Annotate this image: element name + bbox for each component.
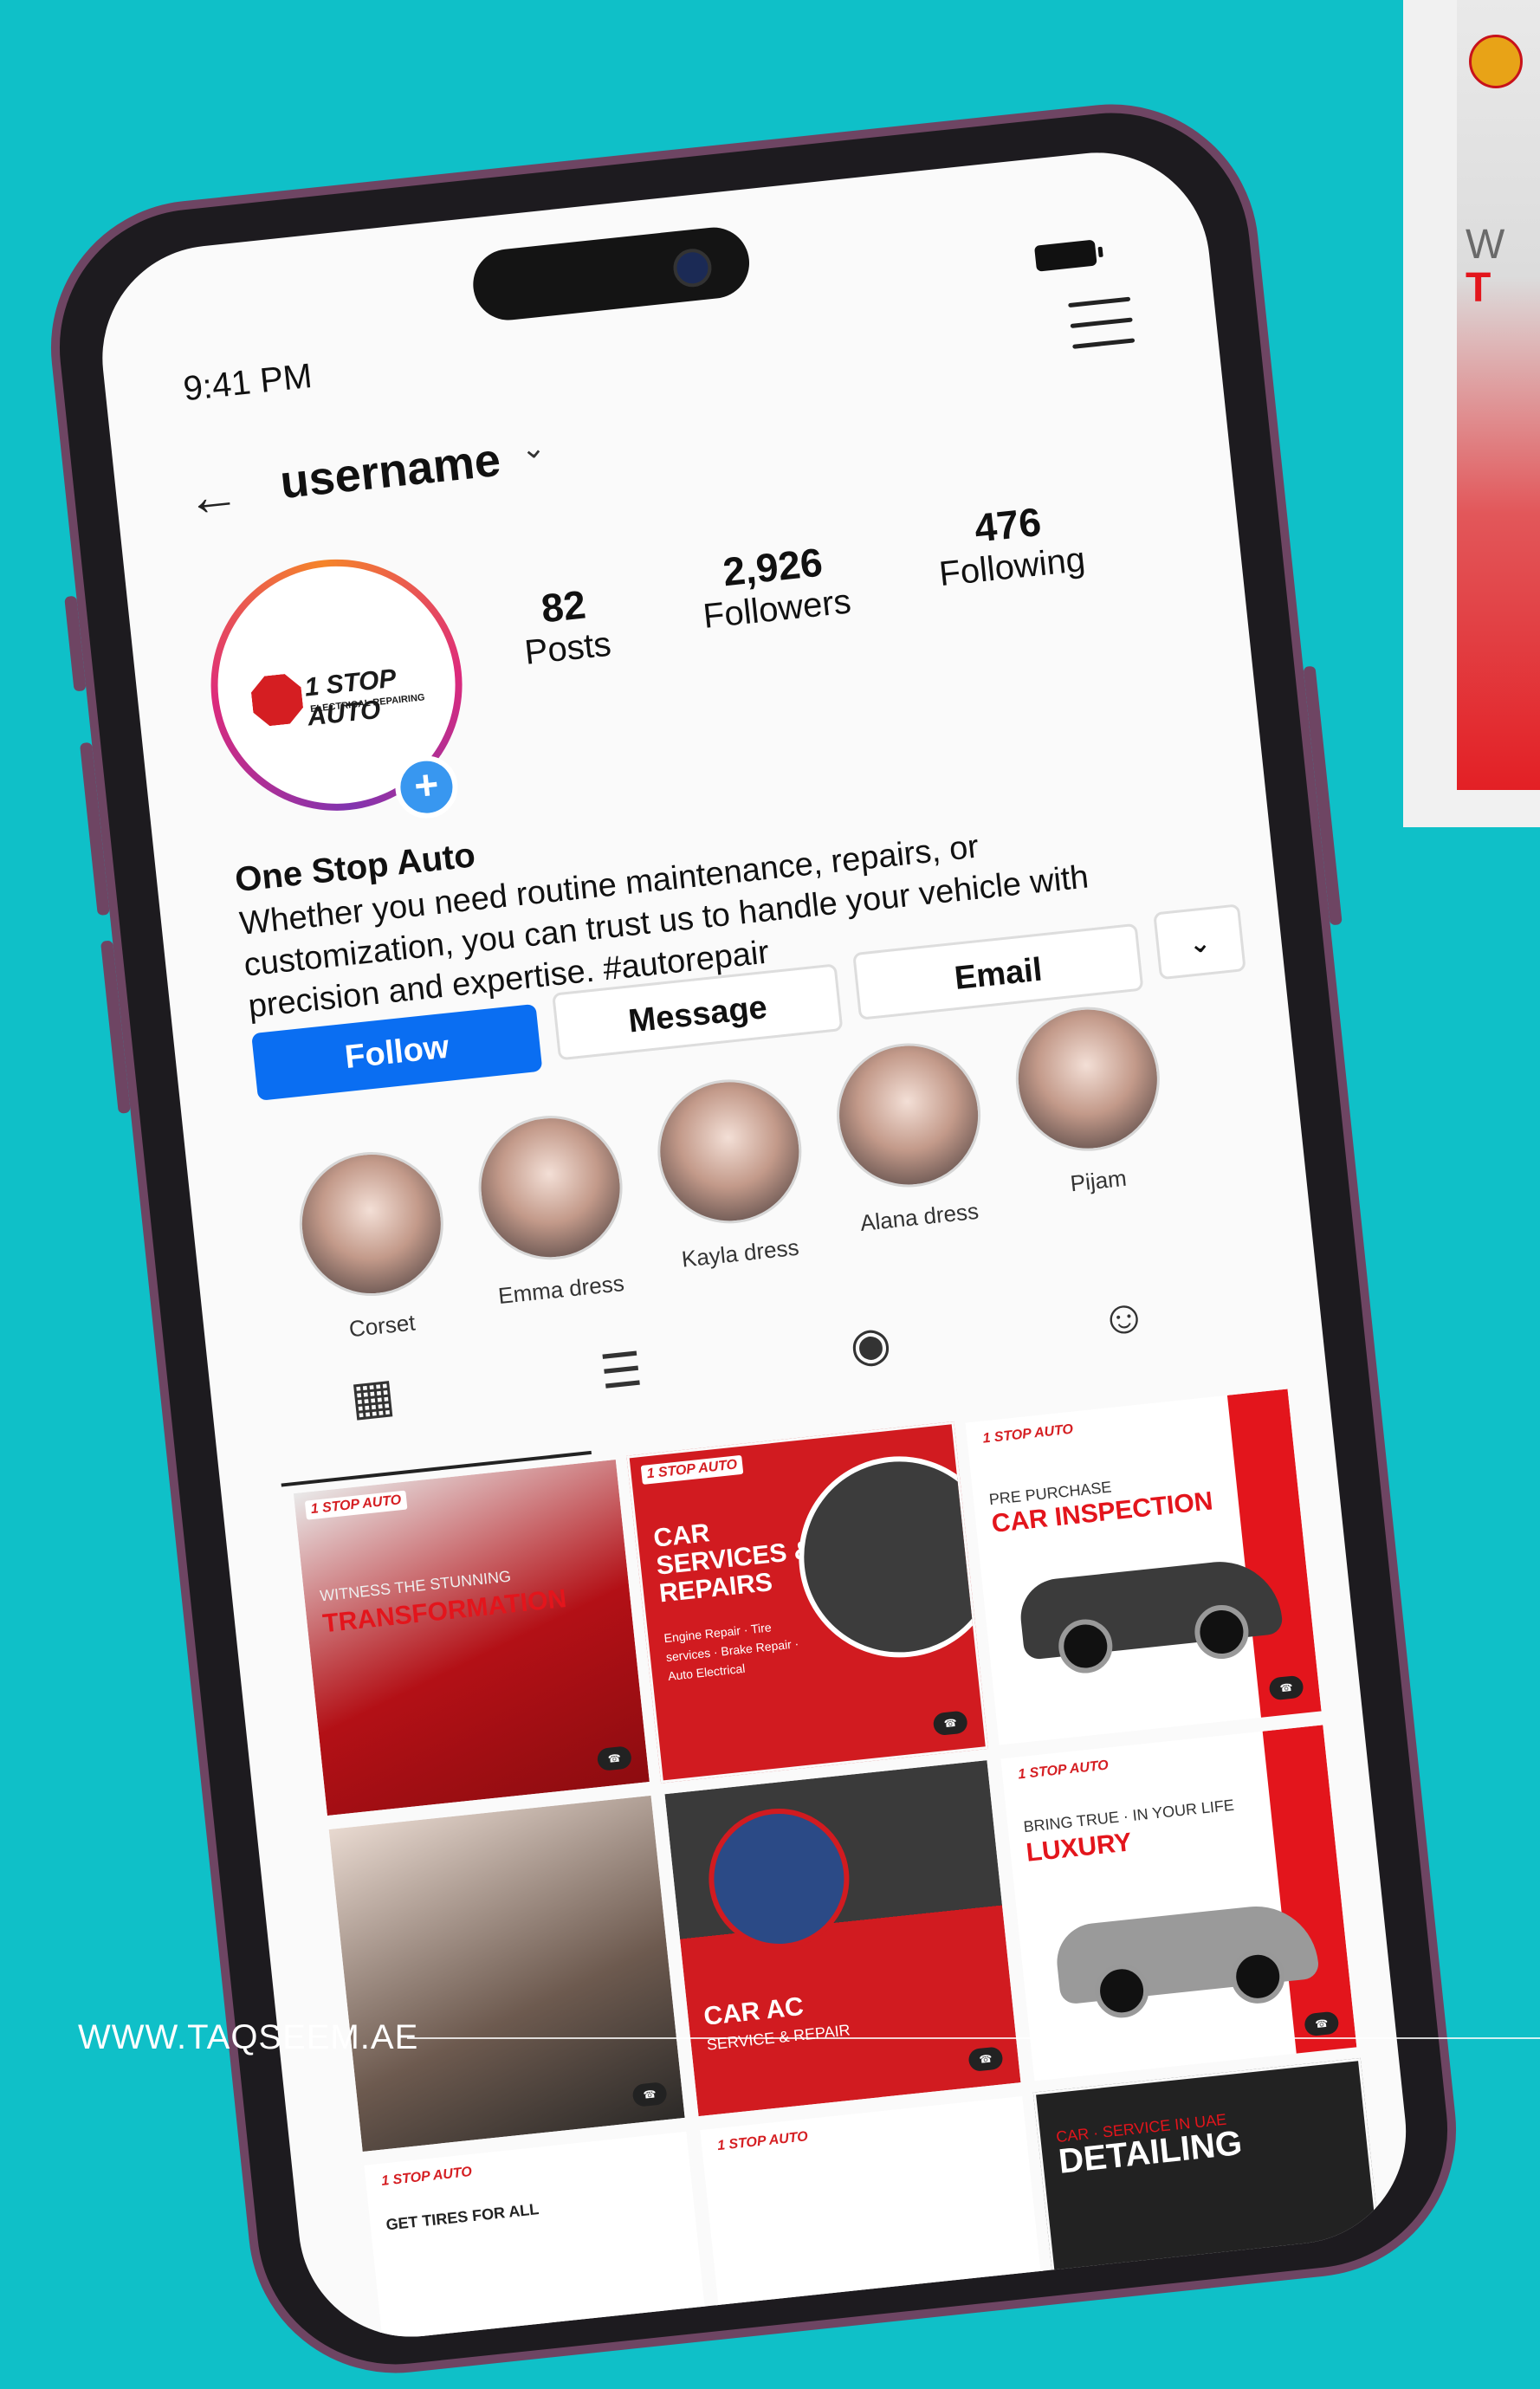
phone-number-pill: ☎ [967, 2046, 1004, 2073]
footer-divider [407, 2037, 1540, 2039]
phone-number-pill: ☎ [631, 2081, 668, 2107]
highlight-thumbnail [650, 1072, 809, 1231]
phone-side-button [100, 940, 131, 1114]
highlight-item[interactable]: Alana dress [828, 1036, 994, 1239]
highlight-item[interactable]: Pijam [1007, 1000, 1174, 1202]
phone-side-button [1303, 665, 1343, 926]
tagged-user-icon[interactable]: ☺ [1097, 1288, 1150, 1346]
mechanic-photo [788, 1446, 989, 1667]
brand-logo-icon: 1 STOP AUTO [711, 2127, 814, 2157]
grid-icon[interactable]: ▦ [348, 1367, 398, 1426]
stat-following[interactable]: 476 Following [902, 490, 1117, 598]
promo-line-2: T [1466, 265, 1491, 311]
promo-image: W T [1457, 0, 1540, 790]
back-arrow-icon[interactable]: ← [184, 463, 243, 528]
post-thumbnail[interactable]: CAR · SERVICE IN UAE DETAILING [1032, 2057, 1395, 2348]
brand-logo-icon: 1 STOP AUTO [304, 1490, 408, 1520]
post-subtitle: Engine Repair · Tire services · Brake Re… [663, 1620, 799, 1684]
post-title: GET TIRES FOR ALL [385, 2200, 540, 2234]
highlight-thumbnail [1008, 1000, 1168, 1158]
profile-username[interactable]: username [278, 433, 503, 509]
battery-icon [1033, 239, 1097, 272]
highlight-thumbnail [471, 1108, 630, 1267]
post-thumbnail[interactable]: 1 STOP AUTO GET TIRES FOR ALL [361, 2128, 723, 2348]
phone-screen: 9:41 PM ← username ⌄ 1 STOP AUTO ELECTRI… [91, 141, 1418, 2348]
post-title: CAR AC [702, 1991, 806, 2031]
car-image [1053, 1900, 1320, 2005]
post-thumbnail[interactable]: ☎ [326, 1792, 688, 2155]
post-thumbnail[interactable]: 1 STOP AUTO WITNESS THE STUNNING TRANSFO… [290, 1456, 653, 1819]
brand-logo-icon [1469, 35, 1523, 88]
highlight-item[interactable]: Corset [291, 1144, 457, 1348]
status-time: 9:41 PM [181, 356, 314, 409]
brand-logo-icon: 1 STOP AUTO [640, 1454, 744, 1485]
phone-number-pill: ☎ [596, 1745, 633, 1772]
chevron-down-icon[interactable]: ⌄ [519, 430, 547, 467]
phone-side-button [64, 595, 87, 692]
highlight-item[interactable]: Emma dress [469, 1108, 636, 1311]
post-thumbnail[interactable]: 1 STOP AUTO CAR SERVICES & REPAIRS Engin… [626, 1421, 989, 1784]
brand-logo-icon: 1 STOP AUTO [375, 2162, 478, 2192]
dynamic-island [469, 223, 754, 324]
post-thumbnail[interactable]: CAR AC SERVICE & REPAIR ☎ [662, 1757, 1024, 2120]
ac-gauge-photo [702, 1801, 857, 1956]
promo-line-1: W [1466, 222, 1505, 268]
post-thumbnail[interactable]: 1 STOP AUTO PRE PURCHASE CAR INSPECTION … [962, 1386, 1324, 1748]
list-icon[interactable]: ☰ [598, 1341, 645, 1400]
highlight-label: Kayla dress [680, 1233, 800, 1272]
highlight-label: Pijam [1069, 1164, 1129, 1197]
more-options-chevron-icon[interactable]: ⌄ [1153, 903, 1246, 981]
highlight-label: Emma dress [496, 1269, 626, 1310]
location-pin-icon[interactable]: ◉ [847, 1315, 894, 1374]
camera-icon [671, 247, 714, 289]
phone-side-button [79, 741, 110, 916]
stat-followers[interactable]: 2,926 Followers [671, 534, 878, 639]
brand-octagon-icon [249, 672, 305, 728]
highlight-thumbnail [292, 1144, 451, 1304]
highlight-thumbnail [829, 1036, 988, 1194]
stat-posts[interactable]: 82 Posts [492, 576, 638, 676]
logo-main-text: 1 STOP AUTO [302, 664, 397, 732]
promo-card: W T [1403, 0, 1540, 827]
footer-url[interactable]: WWW.TAQSEEM.AE [78, 2018, 418, 2057]
phone-number-pill: ☎ [932, 1710, 968, 1737]
highlight-label: Alana dress [858, 1197, 980, 1236]
brand-logo-icon: 1 STOP AUTO [976, 1420, 1080, 1450]
hamburger-menu-icon[interactable] [1068, 296, 1136, 355]
highlight-item[interactable]: Kayla dress [649, 1072, 815, 1275]
post-thumbnail[interactable]: 1 STOP AUTO BRING TRUE · IN YOUR LIFE LU… [998, 1722, 1360, 2084]
highlight-label: Corset [347, 1309, 417, 1343]
brand-logo-icon: 1 STOP AUTO [1012, 1755, 1115, 1786]
car-image [1017, 1556, 1284, 1661]
post-thumbnail[interactable]: 1 STOP AUTO [696, 2093, 1059, 2348]
